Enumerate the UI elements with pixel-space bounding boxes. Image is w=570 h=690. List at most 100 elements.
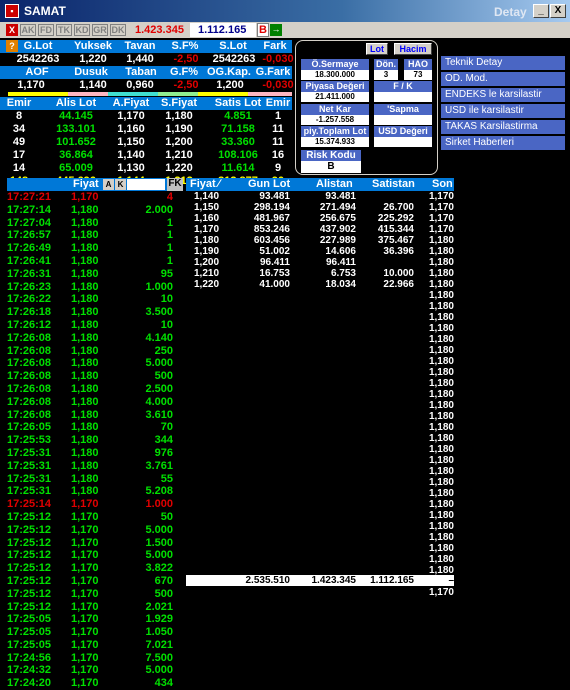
book-row[interactable]: 1,200 96.411 96.411 <box>186 257 454 268</box>
trade-row[interactable]: 17:26:08 1,180 3.610 <box>7 409 183 422</box>
trade-row[interactable]: 17:26:22 1,180 10 <box>7 293 183 306</box>
trade-row[interactable]: 17:26:08 1,180 5.000 <box>7 357 183 370</box>
trade-row[interactable]: 17:26:57 1,180 1 <box>7 229 183 242</box>
toolbar-button-ak[interactable]: AK <box>20 24 36 36</box>
book-row[interactable]: 1,160 481.967 256.675 225.292 <box>186 213 454 224</box>
risk-kodu-value: B <box>301 161 361 173</box>
trade-row[interactable]: 17:26:08 1,180 2.500 <box>7 383 183 396</box>
menu-sirket-haberleri[interactable]: Sirket Haberleri <box>441 136 565 150</box>
fk-label: F / K <box>374 81 432 92</box>
trade-time: 17:27:21 <box>7 191 52 203</box>
trade-row[interactable]: 17:25:12 1,170 3.822 <box>7 562 183 575</box>
book-row[interactable]: 1,140 93.481 93.481 <box>186 191 454 202</box>
trade-time: 17:24:20 <box>7 677 52 690</box>
alistan-header[interactable]: Alistan <box>316 178 353 190</box>
son-list: 1,170 1,170 1,170 1,170 1,180 1,180 1,180 1,180… <box>424 191 454 598</box>
question-icon[interactable]: ? <box>6 40 18 52</box>
trade-row[interactable]: 17:25:12 1,170 5.000 <box>7 524 183 537</box>
trade-row[interactable]: 17:25:12 1,170 670 <box>7 575 183 588</box>
depth-cell: 9 <box>274 162 282 174</box>
trade-row[interactable]: 17:25:53 1,180 344 <box>7 434 183 447</box>
k-filter-button[interactable]: K <box>115 179 126 190</box>
filter-input[interactable] <box>127 179 165 190</box>
trade-row[interactable]: 17:25:05 1,170 1.050 <box>7 626 183 639</box>
book-row[interactable]: 1,220 41.000 18.034 22.966 <box>186 279 454 290</box>
trade-price: 1,170 <box>71 600 99 613</box>
lot-button[interactable]: Lot <box>366 43 388 55</box>
trade-row[interactable]: 17:26:31 1,180 95 <box>7 268 183 281</box>
book-row[interactable]: 1,150 298.194 271.494 26.700 <box>186 202 454 213</box>
buy-button[interactable]: B <box>257 23 269 37</box>
satistan-header[interactable]: Satistan <box>372 178 415 190</box>
trade-row[interactable]: 17:26:18 1,180 3.500 <box>7 306 183 319</box>
trade-time: 17:25:14 <box>7 498 52 511</box>
trade-row[interactable]: 17:24:20 1,170 434 <box>7 677 183 690</box>
trade-row[interactable]: 17:26:41 1,180 1 <box>7 255 183 268</box>
trade-row[interactable]: 17:25:12 1,170 500 <box>7 588 183 601</box>
book-satistan: 415.344 <box>377 224 414 235</box>
trade-row[interactable]: 17:27:21 1,170 4 <box>7 191 183 204</box>
trade-row[interactable]: 17:25:05 1,170 1.929 <box>7 613 183 626</box>
trade-row[interactable]: 17:27:14 1,180 2.000 <box>7 204 183 217</box>
detay-label[interactable]: Detay <box>494 5 527 19</box>
toolbar-button-fd[interactable]: FD <box>38 24 54 36</box>
son-value: 1,180 <box>428 279 454 290</box>
book-gun-lot: 41.000 <box>259 279 290 290</box>
trade-row[interactable]: 17:26:49 1,180 1 <box>7 242 183 255</box>
gun-lot-header[interactable]: Gun Lot <box>248 178 290 190</box>
trade-row[interactable]: 17:25:05 1,170 7.021 <box>7 639 183 652</box>
minimize-button[interactable]: _ <box>533 4 549 18</box>
trade-lot: 50 <box>160 510 173 523</box>
book-row[interactable]: 1,190 51.002 14.606 36.396 <box>186 246 454 257</box>
trade-row[interactable]: 17:25:12 1,170 50 <box>7 511 183 524</box>
depth-cell: 1,130 <box>117 162 145 174</box>
trade-row[interactable]: 17:26:23 1,180 1.000 <box>7 281 183 294</box>
sort-icon[interactable]: ∕ <box>218 178 220 190</box>
hacim-button[interactable]: Hacim <box>394 43 432 55</box>
trade-row[interactable]: 17:25:12 1,170 2.021 <box>7 601 183 614</box>
trade-row[interactable]: 17:25:31 1,180 976 <box>7 447 183 460</box>
book-gun-lot: 16.753 <box>259 268 290 279</box>
trade-row[interactable]: 17:25:12 1,170 1.500 <box>7 537 183 550</box>
book-fiyat-header[interactable]: Fiyat <box>190 178 216 190</box>
trade-row[interactable]: 17:25:14 1,170 1.000 <box>7 498 183 511</box>
trade-row[interactable]: 17:27:04 1,180 1 <box>7 217 183 230</box>
toolbar-button-dk[interactable]: DK <box>110 24 126 36</box>
trade-price: 1,170 <box>71 651 99 664</box>
trade-row[interactable]: 17:24:32 1,170 5.000 <box>7 664 183 677</box>
a-filter-button[interactable]: A <box>103 179 114 190</box>
trade-lot: 1 <box>166 254 173 267</box>
trade-row[interactable]: 17:26:08 1,180 250 <box>7 345 183 358</box>
toolbar-button-tk[interactable]: TK <box>56 24 72 36</box>
menu-endeks-karsilastir[interactable]: ENDEKS le karsilastir <box>441 88 565 102</box>
son-value: 1,180 <box>428 323 454 334</box>
close-icon[interactable]: X <box>6 24 18 36</box>
son-header[interactable]: Son <box>432 178 453 190</box>
close-button[interactable]: X <box>550 4 566 18</box>
menu-usd-karsilastir[interactable]: USD ile karsilastir <box>441 104 565 118</box>
book-row[interactable]: 1,180 603.456 227.989 375.467 <box>186 235 454 246</box>
fk-header[interactable]: FK <box>167 178 183 191</box>
trade-row[interactable]: 17:26:12 1,180 10 <box>7 319 183 332</box>
trade-row[interactable]: 17:25:31 1,180 5.208 <box>7 485 183 498</box>
book-row[interactable]: 1,170 853.246 437.902 415.344 <box>186 224 454 235</box>
trade-time: 17:25:12 <box>7 562 52 575</box>
menu-takas-karsilastirma[interactable]: TAKAS Karsilastirma <box>441 120 565 134</box>
trade-row[interactable]: 17:25:31 1,180 55 <box>7 473 183 486</box>
toolbar-button-gr[interactable]: GR <box>92 24 108 36</box>
trade-row[interactable]: 17:25:12 1,170 5.000 <box>7 549 183 562</box>
arrow-right-icon[interactable]: → <box>270 24 282 36</box>
total-satistan: 1.112.165 <box>370 575 414 586</box>
trade-row[interactable]: 17:26:08 1,180 4.140 <box>7 332 183 345</box>
fiyat-header[interactable]: Fiyat <box>73 178 99 190</box>
trade-row[interactable]: 17:25:31 1,180 3.761 <box>7 460 183 473</box>
app-icon[interactable]: ▪ <box>5 4 19 18</box>
trade-row[interactable]: 17:26:05 1,180 70 <box>7 421 183 434</box>
piyasa-degeri-value: 21.411.000 <box>301 92 369 102</box>
book-row[interactable]: 1,210 16.753 6.753 10.000 <box>186 268 454 279</box>
toolbar-button-kd[interactable]: KD <box>74 24 90 36</box>
trade-row[interactable]: 17:26:08 1,180 4.000 <box>7 396 183 409</box>
menu-teknik-detay[interactable]: Teknik Detay <box>441 56 565 70</box>
trade-row[interactable]: 17:26:08 1,180 500 <box>7 370 183 383</box>
menu-od-mod[interactable]: OD. Mod. <box>441 72 565 86</box>
